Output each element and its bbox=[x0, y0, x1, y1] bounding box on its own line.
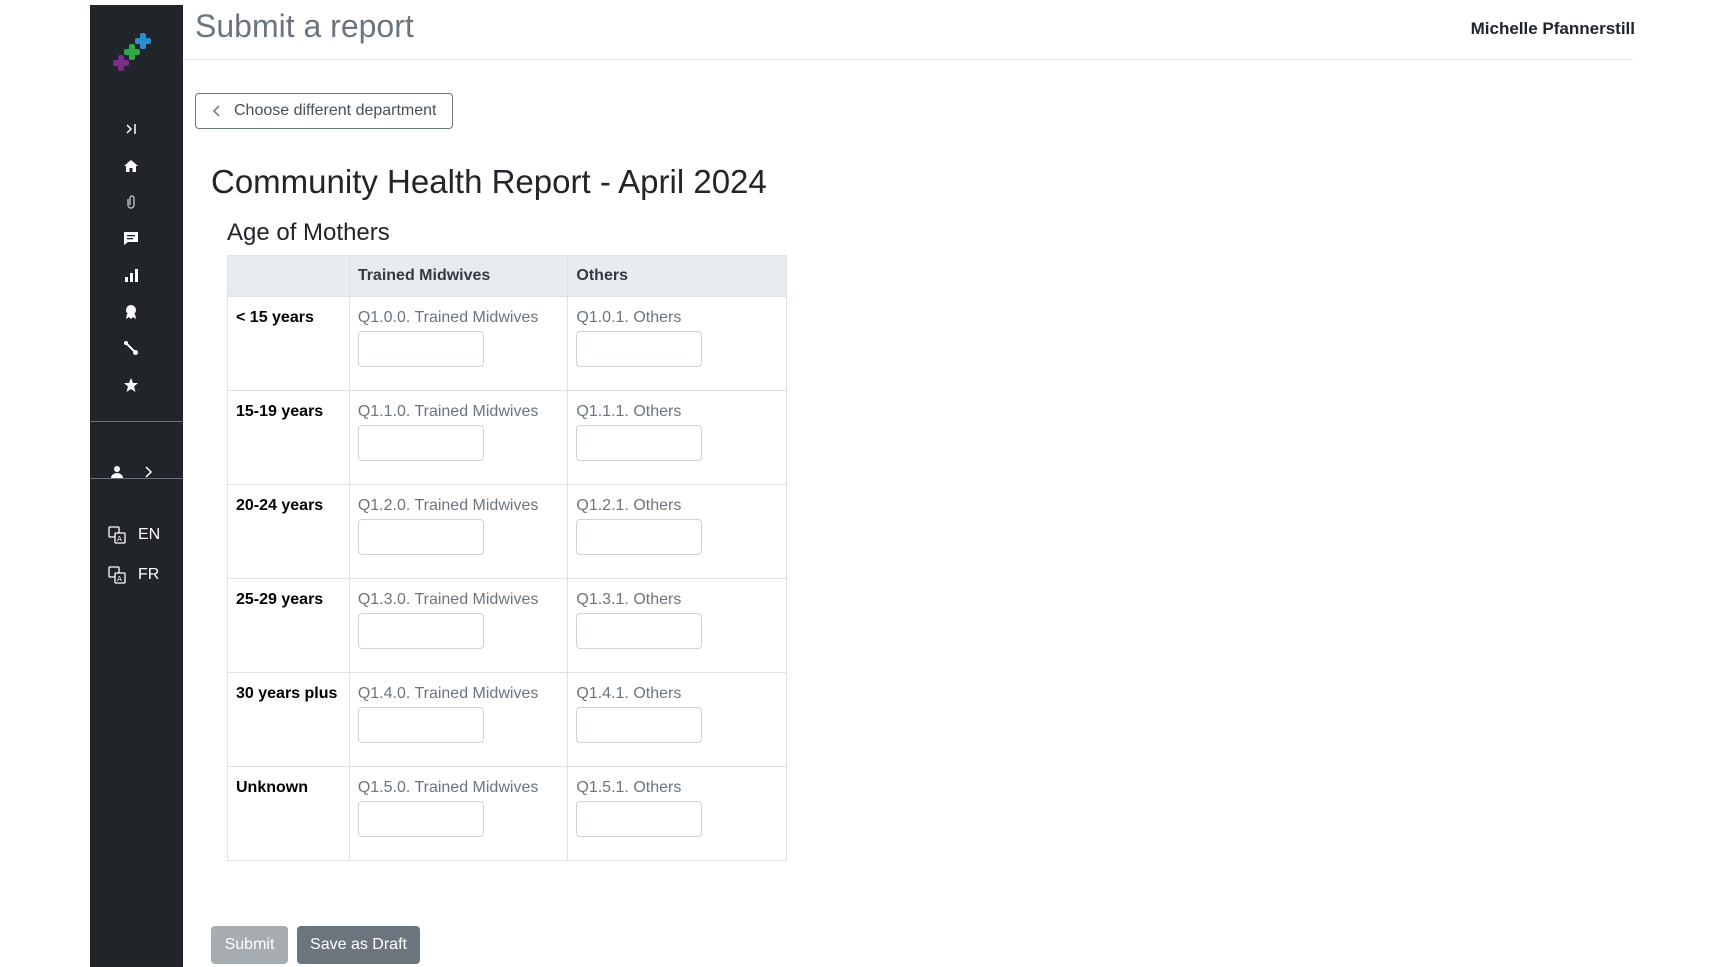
field-label: Q1.1.0. Trained Midwives bbox=[357, 403, 539, 420]
bar-chart-icon[interactable] bbox=[120, 264, 142, 286]
field-label: Q1.5.1. Others bbox=[576, 779, 682, 796]
user-menu-toggle[interactable] bbox=[110, 460, 154, 484]
value-input[interactable] bbox=[357, 613, 484, 649]
star-icon[interactable] bbox=[120, 374, 142, 396]
column-header-others: Others bbox=[567, 255, 787, 297]
field-label: Q1.3.1. Others bbox=[576, 591, 682, 608]
submit-button[interactable]: Submit bbox=[211, 926, 288, 964]
table-row: < 15 years Q1.0.0. Trained Midwives Q1.0… bbox=[227, 296, 787, 391]
award-icon[interactable] bbox=[120, 301, 142, 323]
app-logo bbox=[113, 33, 151, 71]
table-row: 30 years plus Q1.4.0. Trained Midwives Q… bbox=[227, 672, 787, 767]
chevron-left-icon bbox=[212, 105, 220, 117]
language-en[interactable]: A EN bbox=[108, 523, 160, 547]
field-label: Q1.0.0. Trained Midwives bbox=[357, 309, 539, 326]
row-label: 20-24 years bbox=[236, 497, 324, 514]
field-label: Q1.4.0. Trained Midwives bbox=[357, 685, 539, 702]
sidebar-divider bbox=[90, 478, 183, 479]
value-input[interactable] bbox=[576, 425, 703, 461]
value-input[interactable] bbox=[357, 519, 484, 555]
wrench-icon[interactable] bbox=[120, 337, 142, 359]
row-label: < 15 years bbox=[236, 309, 314, 326]
table-header-row: Trained Midwives Others bbox=[227, 255, 787, 297]
value-input[interactable] bbox=[357, 801, 484, 837]
page-title: Submit a report bbox=[195, 8, 414, 44]
table-row: Unknown Q1.5.0. Trained Midwives Q1.5.1.… bbox=[227, 766, 787, 861]
row-label: Unknown bbox=[236, 779, 308, 796]
field-label: Q1.5.0. Trained Midwives bbox=[357, 779, 539, 796]
value-input[interactable] bbox=[576, 613, 703, 649]
table-row: 15-19 years Q1.1.0. Trained Midwives Q1.… bbox=[227, 390, 787, 485]
message-icon[interactable] bbox=[120, 227, 142, 249]
value-input[interactable] bbox=[576, 707, 703, 743]
svg-text:A: A bbox=[117, 535, 122, 543]
translate-icon: A bbox=[108, 566, 126, 584]
home-icon[interactable] bbox=[120, 155, 142, 177]
language-fr-label: FR bbox=[138, 566, 160, 583]
value-input[interactable] bbox=[357, 331, 484, 367]
column-header-blank bbox=[227, 255, 350, 297]
value-input[interactable] bbox=[576, 801, 703, 837]
field-label: Q1.0.1. Others bbox=[576, 309, 682, 326]
language-fr[interactable]: A FR bbox=[108, 563, 159, 587]
value-input[interactable] bbox=[576, 519, 703, 555]
age-of-mothers-table: Trained Midwives Others < 15 years Q1.0.… bbox=[227, 255, 787, 861]
column-header-trained-midwives: Trained Midwives bbox=[348, 255, 569, 297]
field-label: Q1.4.1. Others bbox=[576, 685, 682, 702]
sidebar-divider bbox=[90, 421, 183, 422]
value-input[interactable] bbox=[357, 425, 484, 461]
translate-icon: A bbox=[108, 526, 126, 544]
paperclip-icon[interactable] bbox=[120, 191, 142, 213]
user-icon bbox=[111, 466, 123, 478]
save-draft-button[interactable]: Save as Draft bbox=[297, 926, 420, 964]
field-label: Q1.2.1. Others bbox=[576, 497, 682, 514]
report-title: Community Health Report - April 2024 bbox=[211, 163, 767, 200]
table-row: 25-29 years Q1.3.0. Trained Midwives Q1.… bbox=[227, 578, 787, 673]
header-divider bbox=[183, 59, 1633, 60]
table-row: 20-24 years Q1.2.0. Trained Midwives Q1.… bbox=[227, 484, 787, 579]
svg-text:A: A bbox=[117, 575, 122, 583]
row-label: 25-29 years bbox=[236, 591, 324, 608]
row-label: 30 years plus bbox=[236, 685, 338, 702]
choose-department-label: Choose different department bbox=[234, 102, 437, 119]
field-label: Q1.1.1. Others bbox=[576, 403, 682, 420]
value-input[interactable] bbox=[357, 707, 484, 743]
language-en-label: EN bbox=[138, 526, 161, 543]
field-label: Q1.3.0. Trained Midwives bbox=[357, 591, 539, 608]
section-title: Age of Mothers bbox=[227, 219, 390, 246]
user-name: Michelle Pfannerstill bbox=[1470, 19, 1635, 38]
sidebar: A EN A FR bbox=[90, 5, 183, 967]
field-label: Q1.2.0. Trained Midwives bbox=[357, 497, 539, 514]
choose-department-button[interactable]: Choose different department bbox=[195, 93, 453, 129]
collapse-sidebar-icon[interactable] bbox=[120, 118, 142, 140]
value-input[interactable] bbox=[576, 331, 703, 367]
chevron-right-icon bbox=[145, 466, 153, 478]
row-label: 15-19 years bbox=[236, 403, 324, 420]
